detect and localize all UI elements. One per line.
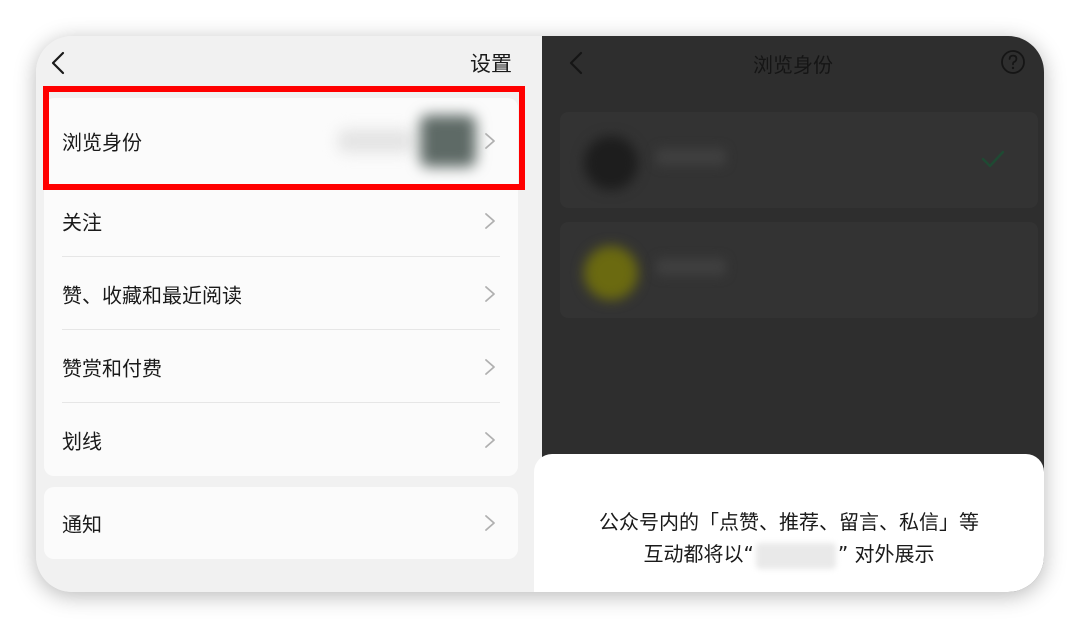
chevron-right-icon bbox=[485, 515, 495, 531]
row-label: 通知 bbox=[62, 512, 102, 537]
settings-row-browse-identity[interactable]: 浏览身份 bbox=[44, 98, 518, 184]
settings-row-tips-payments[interactable]: 赞赏和付费 bbox=[44, 330, 518, 403]
chevron-right-icon bbox=[485, 358, 495, 375]
row-label: 赞赏和付费 bbox=[62, 356, 162, 380]
chevron-right-icon bbox=[485, 133, 495, 149]
identity-panel: 浏览身份 公众号内的「点赞、推荐、留言、私信」等 互动都将以“ ” 对外展示 bbox=[534, 36, 1044, 592]
identity-option-account[interactable] bbox=[560, 222, 1038, 318]
row-label: 浏览身份 bbox=[62, 130, 142, 155]
settings-row-follow[interactable]: 关注 bbox=[44, 184, 518, 257]
redacted-name bbox=[755, 542, 836, 569]
row-label: 关注 bbox=[62, 210, 102, 234]
notifications-card: 通知 bbox=[44, 487, 518, 559]
screenshot-frame: 设置 浏览身份 关注 赞、收藏和最近阅读 赞赏和付费 划线 通知 浏览身份 公众… bbox=[36, 36, 1044, 592]
sheet-message: 公众号内的「点赞、推荐、留言、私信」等 互动都将以“ ” 对外展示 bbox=[534, 506, 1044, 570]
sheet-line-2: 互动都将以“ ” 对外展示 bbox=[534, 538, 1044, 570]
question-circle-icon[interactable] bbox=[1000, 49, 1026, 75]
avatar bbox=[584, 246, 638, 300]
settings-panel: 设置 浏览身份 关注 赞、收藏和最近阅读 赞赏和付费 划线 通知 bbox=[36, 36, 542, 592]
row-label: 划线 bbox=[62, 429, 102, 453]
row-label: 赞、收藏和最近阅读 bbox=[62, 283, 242, 307]
current-identity-preview bbox=[338, 115, 476, 167]
chevron-right-icon bbox=[485, 285, 495, 302]
back-icon[interactable] bbox=[46, 50, 72, 76]
settings-list: 浏览身份 关注 赞、收藏和最近阅读 赞赏和付费 划线 bbox=[44, 98, 518, 476]
sheet-line-2-prefix: 互动都将以“ bbox=[643, 542, 754, 566]
settings-row-notifications[interactable]: 通知 bbox=[44, 487, 518, 559]
identity-name-blurred bbox=[656, 148, 726, 166]
identity-option-personal[interactable] bbox=[560, 112, 1038, 208]
page-title: 设置 bbox=[470, 52, 512, 76]
avatar bbox=[584, 136, 638, 190]
chevron-right-icon bbox=[485, 431, 495, 448]
identity-avatar-blurred bbox=[420, 115, 476, 167]
page-title: 浏览身份 bbox=[753, 53, 833, 77]
settings-row-underline[interactable]: 划线 bbox=[44, 403, 518, 476]
settings-row-likes-favorites[interactable]: 赞、收藏和最近阅读 bbox=[44, 257, 518, 330]
bottom-sheet: 公众号内的「点赞、推荐、留言、私信」等 互动都将以“ ” 对外展示 bbox=[534, 454, 1044, 592]
sheet-line-2-suffix: ” 对外展示 bbox=[837, 542, 935, 566]
chevron-right-icon bbox=[485, 212, 495, 229]
checkmark-icon bbox=[981, 150, 1005, 168]
identity-name-blurred bbox=[338, 129, 414, 153]
identity-name-blurred bbox=[656, 258, 726, 276]
sheet-line-1: 公众号内的「点赞、推荐、留言、私信」等 bbox=[599, 510, 979, 534]
